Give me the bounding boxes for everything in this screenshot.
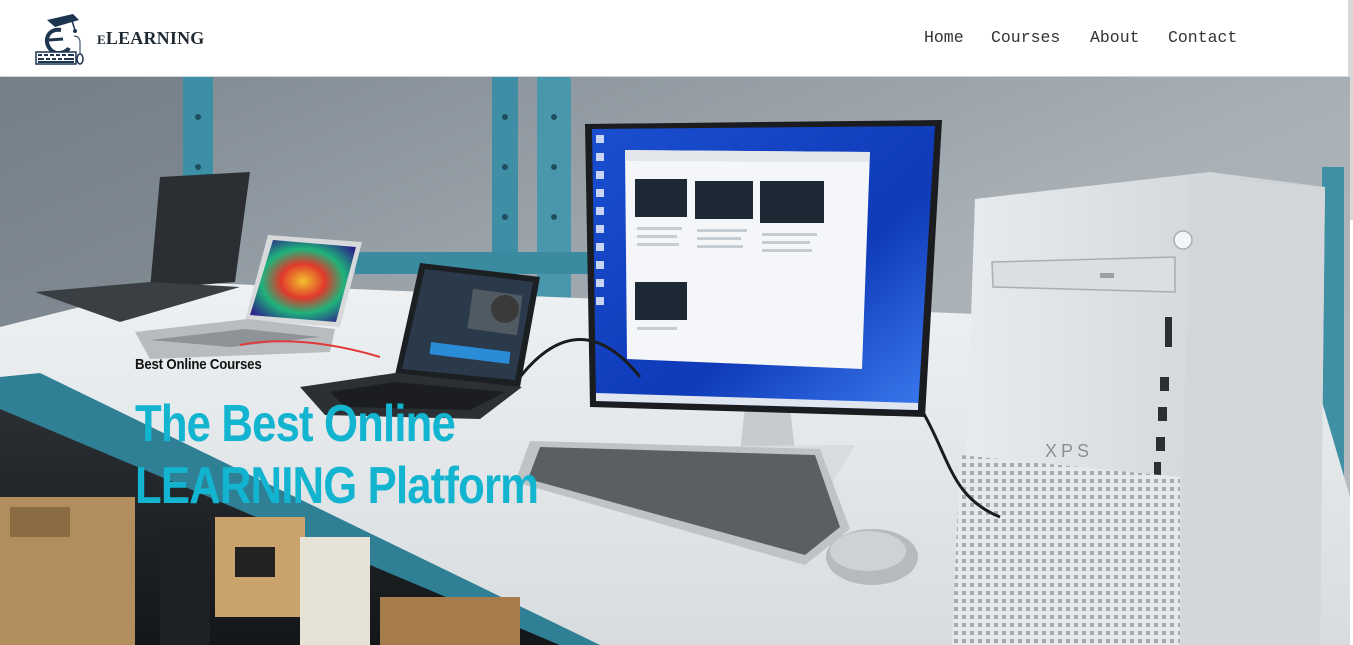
nav-link-contact[interactable]: Contact bbox=[1168, 28, 1237, 47]
hero-headline: The Best Online LEARNING Platform bbox=[135, 393, 572, 517]
brand-name[interactable]: ELEARNING bbox=[97, 28, 205, 49]
nav-link-about[interactable]: About bbox=[1090, 28, 1140, 47]
nav-link-courses[interactable]: Courses bbox=[991, 28, 1060, 47]
brand-first-letter: E bbox=[97, 32, 106, 47]
nav-link-home[interactable]: Home bbox=[924, 28, 964, 47]
hero-subtitle: Best Online Courses bbox=[135, 356, 262, 373]
navbar: ELEARNING Home Courses About Contact bbox=[0, 0, 1353, 77]
brand-rest: LEARNING bbox=[105, 28, 205, 48]
brand-logo-icon[interactable] bbox=[33, 12, 85, 66]
hero-headline-line-2: LEARNING Platform bbox=[135, 457, 539, 515]
pc-label: XPS bbox=[1045, 441, 1093, 461]
hero-banner: XPS Best Online Courses The Best Online … bbox=[0, 77, 1350, 645]
hero-headline-line-1: The Best Online bbox=[135, 395, 456, 453]
